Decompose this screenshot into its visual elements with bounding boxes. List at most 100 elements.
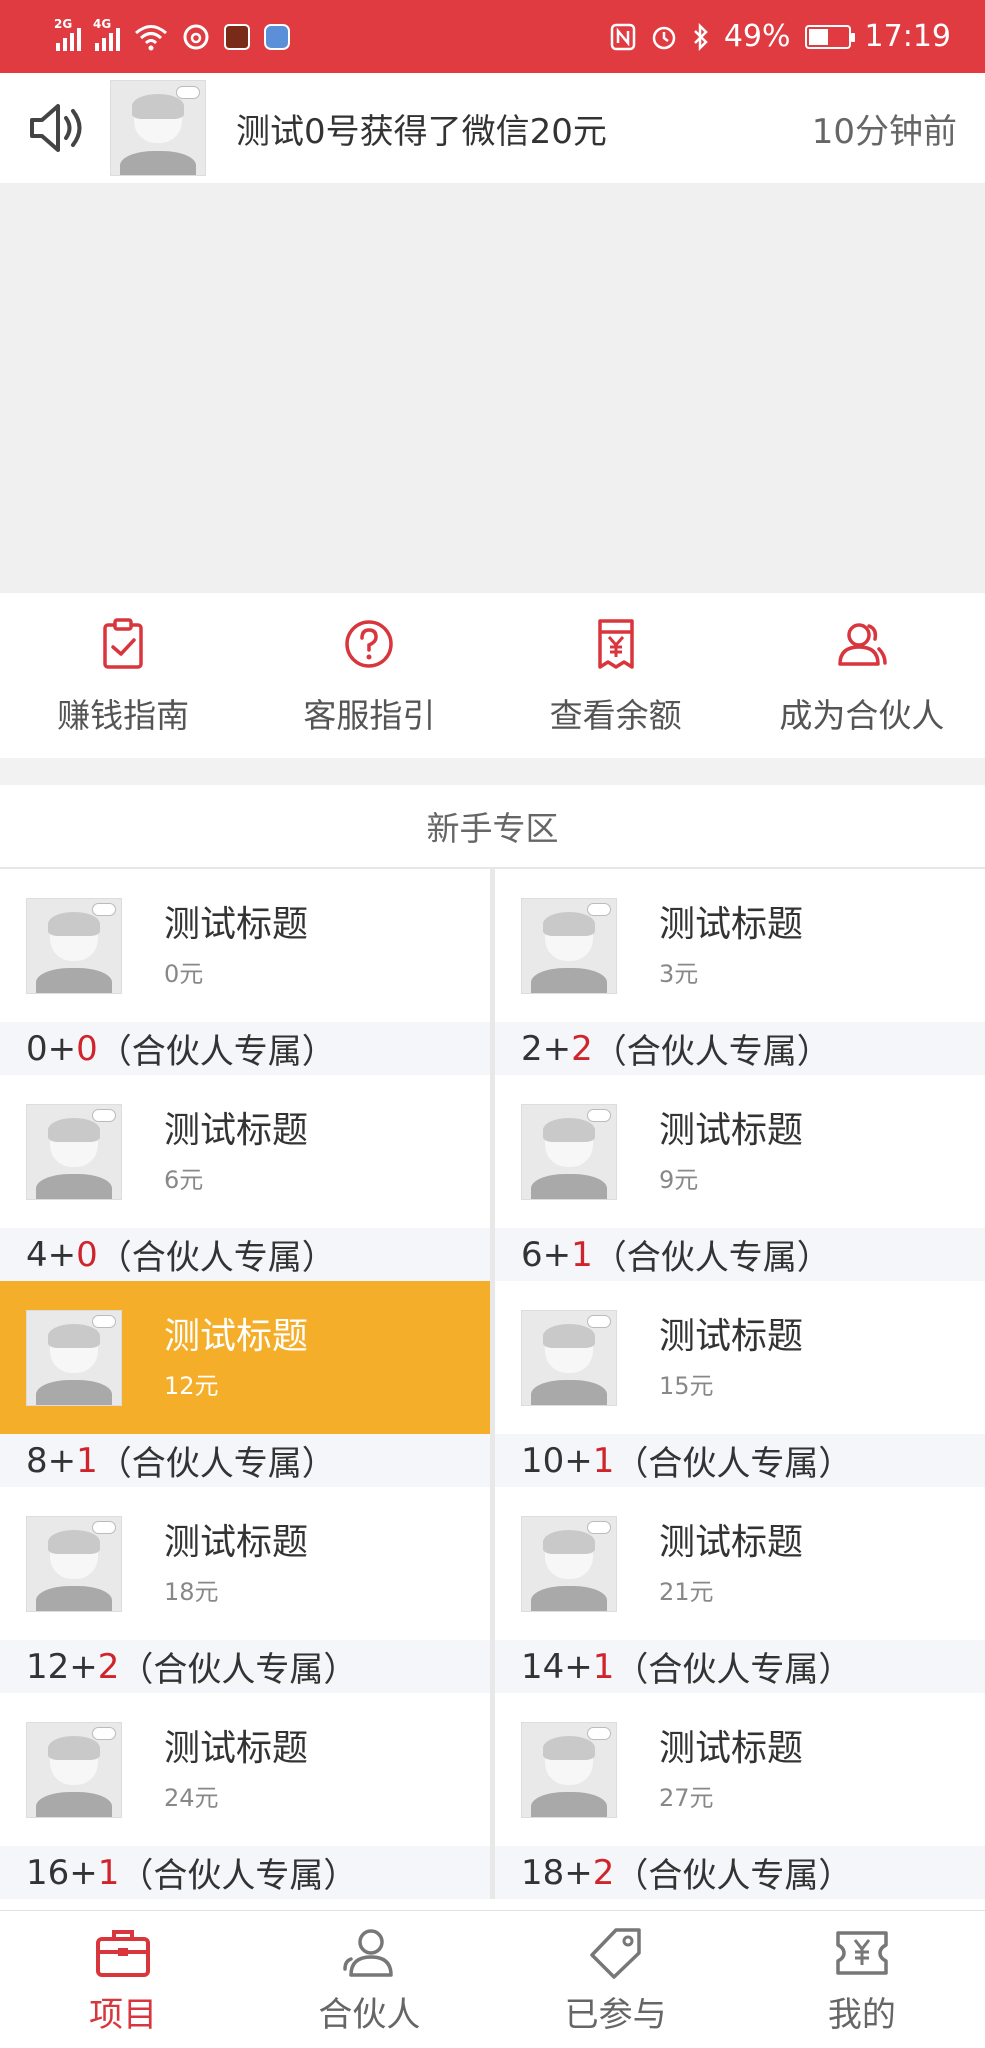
item-card[interactable]: 测试标题 6元 4+ 0 （合伙人专属） [0,1075,490,1281]
notice-time: 10分钟前 [811,111,957,152]
battery-percent: 49% [723,19,791,54]
item-reward-note: （合伙人专属） [614,1650,853,1690]
tab-partner[interactable]: 合伙人 [246,1911,492,2048]
quick-item-money-guide[interactable]: 赚钱指南 [0,593,246,758]
item-reward-base: 10+ [521,1440,593,1481]
item-reward-bonus: 2 [571,1028,593,1069]
item-info: 测试标题 12元 [164,1314,308,1401]
tab-label: 项目 [89,1995,158,2035]
item-info: 测试标题 0元 [164,902,308,989]
tab-mine[interactable]: 我的 [739,1911,985,2048]
item-price: 9元 [659,1166,699,1194]
item-card[interactable]: 测试标题 18元 12+ 2 （合伙人专属） [0,1487,490,1693]
item-card[interactable]: 测试标题 24元 16+ 1 （合伙人专属） [0,1693,490,1899]
item-reward-note: （合伙人专属） [592,1032,831,1072]
item-info: 测试标题 18元 [164,1520,308,1607]
quick-item-label: 查看余额 [549,696,682,735]
person-icon [343,1929,394,1977]
item-price: 15元 [659,1372,714,1400]
item-card[interactable]: 测试标题 21元 14+ 1 （合伙人专属） [495,1487,985,1693]
item-card[interactable]: 测试标题 9元 6+ 1 （合伙人专属） [495,1075,985,1281]
tab-label: 我的 [827,1995,896,2035]
item-reward-bonus: 1 [592,1646,615,1687]
item-info: 测试标题 15元 [659,1314,803,1401]
item-card[interactable]: 测试标题 15元 10+ 1 （合伙人专属） [495,1281,985,1487]
item-card-top: 测试标题 18元 [0,1487,490,1640]
item-card[interactable]: 测试标题 12元 8+ 1 （合伙人专属） [0,1281,490,1487]
item-reward-row: 14+ 1 （合伙人专属） [495,1640,985,1693]
item-card-top: 测试标题 15元 [495,1281,985,1434]
tab-label: 合伙人 [318,1995,421,2035]
notice-avatar [110,80,206,176]
item-reward-row: 2+ 2 （合伙人专属） [495,1022,985,1075]
item-thumbnail [521,1309,617,1406]
item-price: 21元 [659,1578,714,1606]
item-reward-bonus: 1 [571,1234,593,1275]
item-title: 测试标题 [164,1522,309,1563]
tab-projects[interactable]: 项目 [0,1911,246,2048]
status-left: 2G 4G [54,17,290,51]
item-reward-base: 2+ [521,1028,572,1069]
item-info: 测试标题 9元 [659,1108,803,1195]
section-title: 新手专区 [0,785,985,869]
status-right: 49% 17:19 [610,19,951,54]
briefcase-icon [96,1930,151,1977]
item-card-top: 测试标题 9元 [495,1075,985,1228]
item-card-top: 测试标题 6元 [0,1075,490,1228]
item-info: 测试标题 27元 [659,1726,803,1813]
partner-user-icon [838,623,887,666]
item-card[interactable]: 测试标题 27元 18+ 2 （合伙人专属） [495,1693,985,1899]
quick-item-label: 赚钱指南 [57,696,190,735]
item-price: 24元 [164,1784,219,1812]
item-reward-base: 14+ [521,1646,593,1687]
yen-receipt-icon [597,619,634,669]
banner-area[interactable] [0,183,985,593]
tab-joined[interactable]: 已参与 [493,1911,739,2048]
signal-icon: 4G [93,17,120,51]
quick-item-become-partner[interactable]: 成为合伙人 [739,593,985,758]
item-reward-bonus: 1 [592,1440,615,1481]
item-card[interactable]: 测试标题 3元 2+ 2 （合伙人专属） [495,869,985,1075]
item-reward-base: 12+ [26,1646,98,1687]
item-card-top: 测试标题 3元 [495,869,985,1022]
item-reward-note: （合伙人专属） [119,1650,358,1690]
item-reward-note: （合伙人专属） [97,1444,336,1484]
item-info: 测试标题 3元 [659,902,803,989]
item-reward-bonus: 0 [76,1234,98,1275]
quick-item-service-guide[interactable]: 客服指引 [246,593,492,758]
item-reward-bonus: 1 [76,1440,98,1481]
news-app-icon [224,23,250,50]
wifi-icon [135,24,167,50]
item-reward-row: 0+ 0 （合伙人专属） [0,1022,490,1075]
netease-music-icon [183,24,209,49]
speaker-icon [30,104,82,152]
item-card-top: 测试标题 21元 [495,1487,985,1640]
item-grid: 测试标题 0元 0+ 0 （合伙人专属） 测试标题 3元 2+ 2 （合伙人专属） 测试标题 6元 4+… [0,869,985,1899]
item-info: 测试标题 6元 [164,1108,308,1195]
item-reward-base: 0+ [26,1028,77,1069]
item-reward-bonus: 0 [76,1028,98,1069]
item-info: 测试标题 24元 [164,1726,308,1813]
item-card[interactable]: 测试标题 0元 0+ 0 （合伙人专属） [0,869,490,1075]
item-card-top: 测试标题 27元 [495,1693,985,1846]
notice-bar[interactable]: 测试0号获得了微信20元 10分钟前 [0,73,985,183]
quick-item-balance[interactable]: 查看余额 [493,593,739,758]
item-reward-base: 18+ [521,1852,593,1893]
browser-app-icon [264,23,290,50]
ticket-yen-icon [836,1931,888,1975]
item-title: 测试标题 [659,1110,804,1151]
item-reward-row: 4+ 0 （合伙人专属） [0,1228,490,1281]
item-reward-note: （合伙人专属） [97,1238,336,1278]
alarm-icon [652,26,676,49]
bottom-tab-bar: 项目 合伙人 已参与 我的 [0,1910,985,2048]
item-title: 测试标题 [164,1728,309,1769]
status-time: 17:19 [864,19,951,54]
item-reward-note: （合伙人专属） [119,1856,358,1896]
item-reward-row: 8+ 1 （合伙人专属） [0,1434,490,1487]
item-reward-row: 6+ 1 （合伙人专属） [495,1228,985,1281]
item-reward-note: （合伙人专属） [592,1238,831,1278]
item-price: 18元 [164,1578,219,1606]
item-reward-base: 16+ [26,1852,98,1893]
item-thumbnail [521,1103,617,1200]
item-price: 12元 [164,1372,219,1400]
